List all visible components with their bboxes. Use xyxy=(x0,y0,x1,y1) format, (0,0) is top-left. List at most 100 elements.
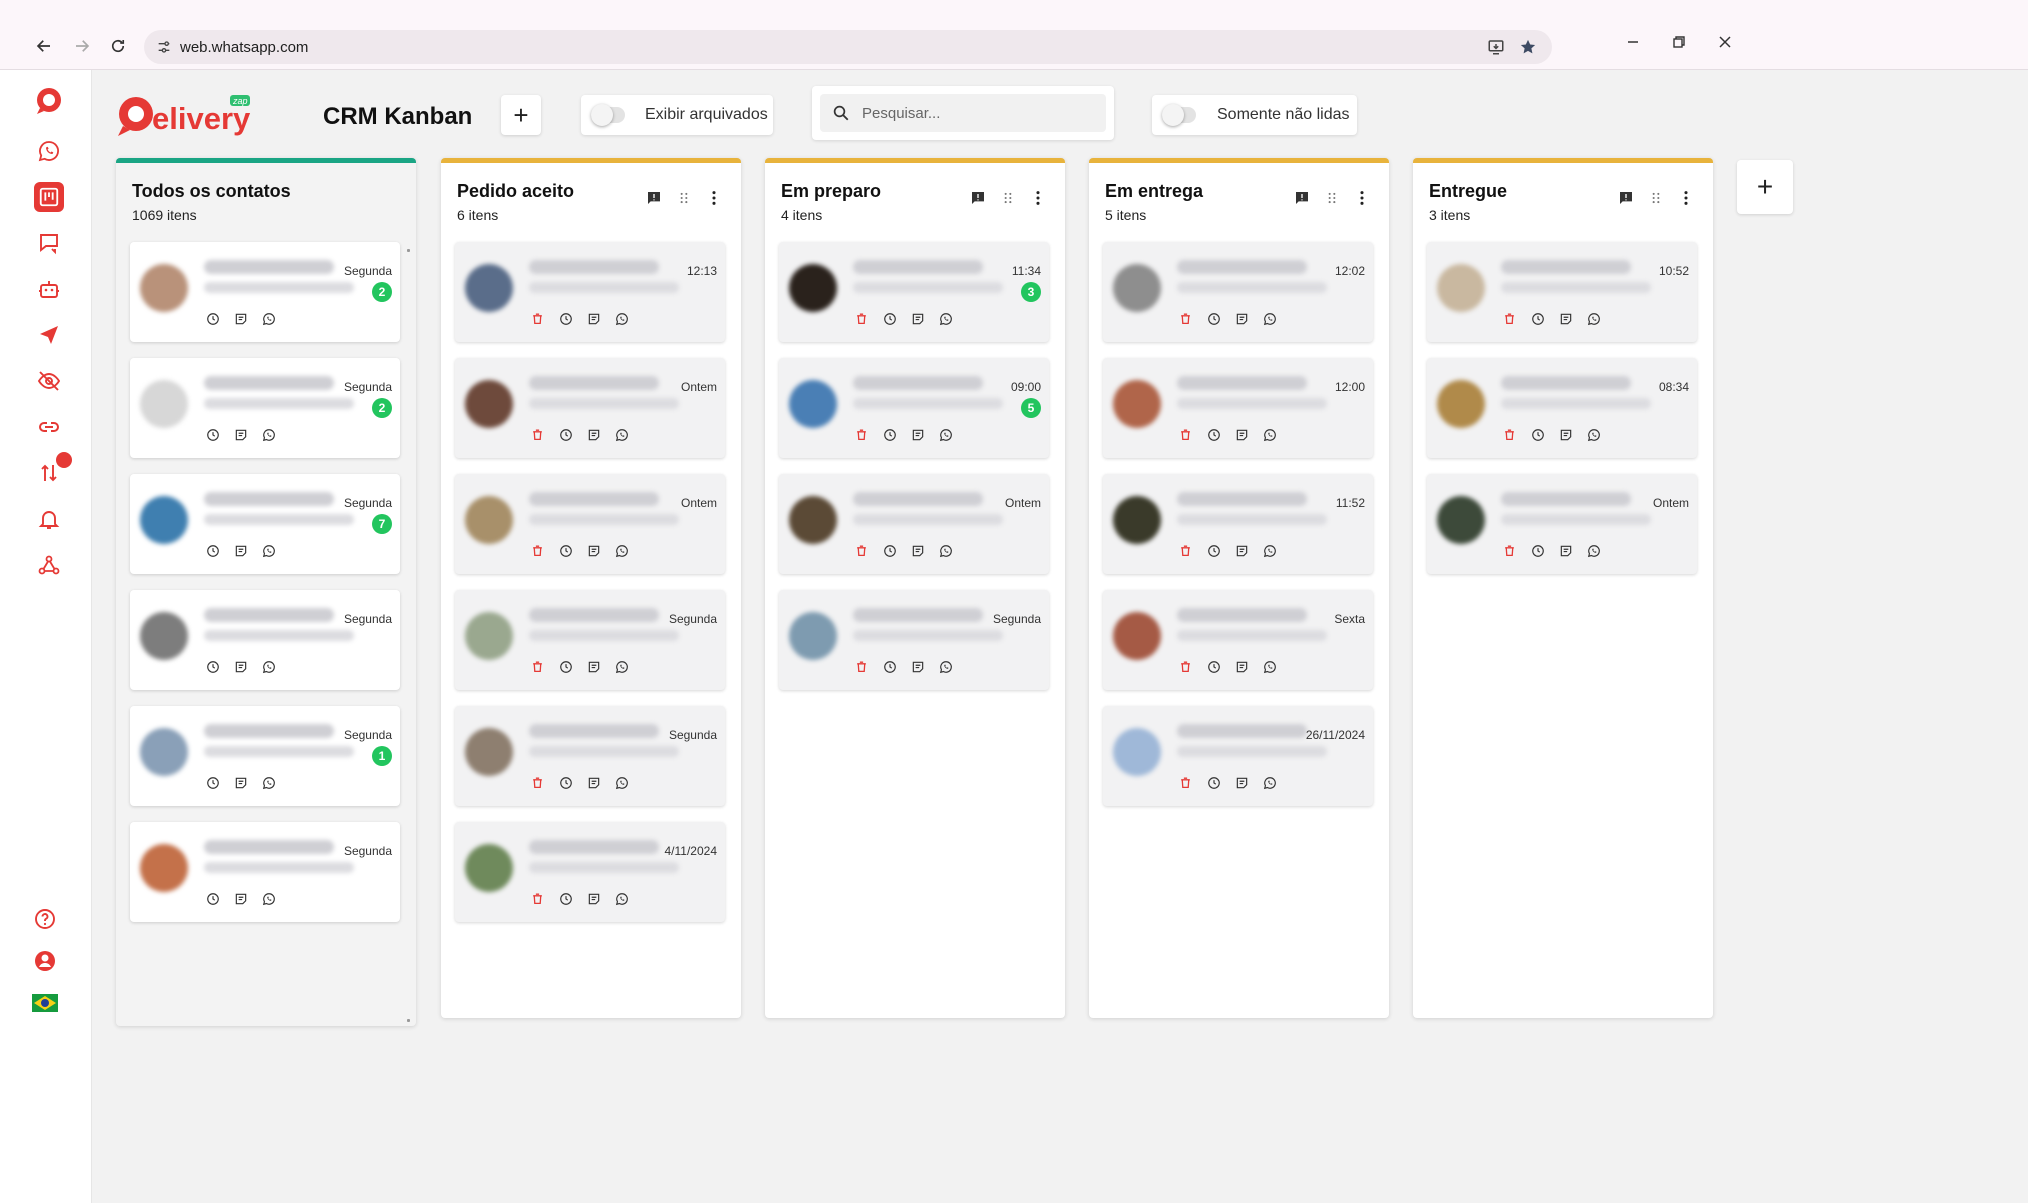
note-icon[interactable] xyxy=(1557,542,1574,559)
clock-icon[interactable] xyxy=(1205,542,1222,559)
note-icon[interactable] xyxy=(909,310,926,327)
clock-icon[interactable] xyxy=(204,658,221,675)
note-icon[interactable] xyxy=(909,658,926,675)
delete-icon[interactable] xyxy=(853,426,870,443)
note-icon[interactable] xyxy=(1233,774,1250,791)
clock-icon[interactable] xyxy=(557,774,574,791)
clock-icon[interactable] xyxy=(204,774,221,791)
unread-toggle[interactable]: Somente não lidas xyxy=(1152,95,1357,135)
clock-icon[interactable] xyxy=(204,890,221,907)
whatsapp-icon[interactable] xyxy=(1261,310,1278,327)
note-icon[interactable] xyxy=(232,658,249,675)
note-icon[interactable] xyxy=(909,426,926,443)
chat-icon[interactable] xyxy=(34,228,64,258)
clock-icon[interactable] xyxy=(557,890,574,907)
forward-icon[interactable] xyxy=(70,34,94,58)
whatsapp-icon[interactable] xyxy=(937,426,954,443)
clock-icon[interactable] xyxy=(204,542,221,559)
restore-icon[interactable] xyxy=(1664,28,1694,56)
webhook-icon[interactable] xyxy=(34,550,64,580)
contact-card[interactable]: Sexta xyxy=(1103,590,1373,690)
whatsapp-icon[interactable] xyxy=(1261,542,1278,559)
install-app-icon[interactable] xyxy=(1486,37,1506,57)
note-icon[interactable] xyxy=(1233,658,1250,675)
clock-icon[interactable] xyxy=(881,658,898,675)
feedback-icon[interactable] xyxy=(1617,189,1635,207)
delete-icon[interactable] xyxy=(1501,542,1518,559)
contact-card[interactable]: 11:34 3 xyxy=(779,242,1049,342)
note-icon[interactable] xyxy=(585,310,602,327)
search-input[interactable] xyxy=(862,102,1092,124)
contact-card[interactable]: Segunda xyxy=(130,590,400,690)
delete-icon[interactable] xyxy=(853,310,870,327)
feedback-icon[interactable] xyxy=(1293,189,1311,207)
whatsapp-icon[interactable] xyxy=(613,426,630,443)
note-icon[interactable] xyxy=(232,426,249,443)
search-field[interactable] xyxy=(820,94,1106,132)
contact-card[interactable]: Segunda xyxy=(455,706,725,806)
clock-icon[interactable] xyxy=(204,426,221,443)
clock-icon[interactable] xyxy=(1205,658,1222,675)
contact-card[interactable]: 08:34 xyxy=(1427,358,1697,458)
contact-card[interactable]: 26/11/2024 xyxy=(1103,706,1373,806)
whatsapp-icon[interactable] xyxy=(613,890,630,907)
back-icon[interactable] xyxy=(32,34,56,58)
contact-card[interactable]: Segunda xyxy=(130,822,400,922)
contact-card[interactable]: Segunda 2 xyxy=(130,358,400,458)
note-icon[interactable] xyxy=(585,542,602,559)
address-bar[interactable]: web.whatsapp.com xyxy=(144,30,1552,64)
note-icon[interactable] xyxy=(232,310,249,327)
reload-icon[interactable] xyxy=(106,34,130,58)
whatsapp-icon[interactable] xyxy=(34,136,64,166)
contact-card[interactable]: 09:00 5 xyxy=(779,358,1049,458)
bookmark-star-icon[interactable] xyxy=(1518,37,1538,57)
drag-handle-icon[interactable] xyxy=(999,189,1017,207)
whatsapp-icon[interactable] xyxy=(260,658,277,675)
note-icon[interactable] xyxy=(1233,542,1250,559)
archived-switch[interactable] xyxy=(591,104,625,126)
delete-icon[interactable] xyxy=(853,542,870,559)
whatsapp-icon[interactable] xyxy=(260,542,277,559)
whatsapp-icon[interactable] xyxy=(260,890,277,907)
delete-icon[interactable] xyxy=(529,890,546,907)
clock-icon[interactable] xyxy=(1529,426,1546,443)
close-window-icon[interactable] xyxy=(1710,28,1740,56)
contact-card[interactable]: Segunda xyxy=(455,590,725,690)
delete-icon[interactable] xyxy=(529,310,546,327)
contact-card[interactable]: Segunda xyxy=(779,590,1049,690)
note-icon[interactable] xyxy=(1557,426,1574,443)
more-vert-icon[interactable] xyxy=(705,189,723,207)
delete-icon[interactable] xyxy=(529,426,546,443)
whatsapp-icon[interactable] xyxy=(260,774,277,791)
whatsapp-icon[interactable] xyxy=(1585,542,1602,559)
delete-icon[interactable] xyxy=(1501,426,1518,443)
note-icon[interactable] xyxy=(909,542,926,559)
whatsapp-icon[interactable] xyxy=(1261,426,1278,443)
account-icon[interactable] xyxy=(30,946,60,976)
delete-icon[interactable] xyxy=(1501,310,1518,327)
scrollbar-marker[interactable] xyxy=(407,1019,410,1022)
whatsapp-icon[interactable] xyxy=(937,542,954,559)
more-vert-icon[interactable] xyxy=(1677,189,1695,207)
delete-icon[interactable] xyxy=(1177,658,1194,675)
note-icon[interactable] xyxy=(585,658,602,675)
link-icon[interactable] xyxy=(34,412,64,442)
contact-card[interactable]: Ontem xyxy=(1427,474,1697,574)
add-button[interactable]: + xyxy=(501,95,541,135)
clock-icon[interactable] xyxy=(557,658,574,675)
send-icon[interactable] xyxy=(34,320,64,350)
robot-icon[interactable] xyxy=(34,274,64,304)
delete-icon[interactable] xyxy=(1177,774,1194,791)
whatsapp-icon[interactable] xyxy=(260,310,277,327)
contact-card[interactable]: 12:00 xyxy=(1103,358,1373,458)
contact-card[interactable]: Segunda 2 xyxy=(130,242,400,342)
clock-icon[interactable] xyxy=(1205,774,1222,791)
clock-icon[interactable] xyxy=(204,310,221,327)
whatsapp-icon[interactable] xyxy=(937,310,954,327)
delete-icon[interactable] xyxy=(853,658,870,675)
note-icon[interactable] xyxy=(585,774,602,791)
note-icon[interactable] xyxy=(1557,310,1574,327)
note-icon[interactable] xyxy=(1233,426,1250,443)
note-icon[interactable] xyxy=(232,774,249,791)
contact-card[interactable]: 11:52 xyxy=(1103,474,1373,574)
